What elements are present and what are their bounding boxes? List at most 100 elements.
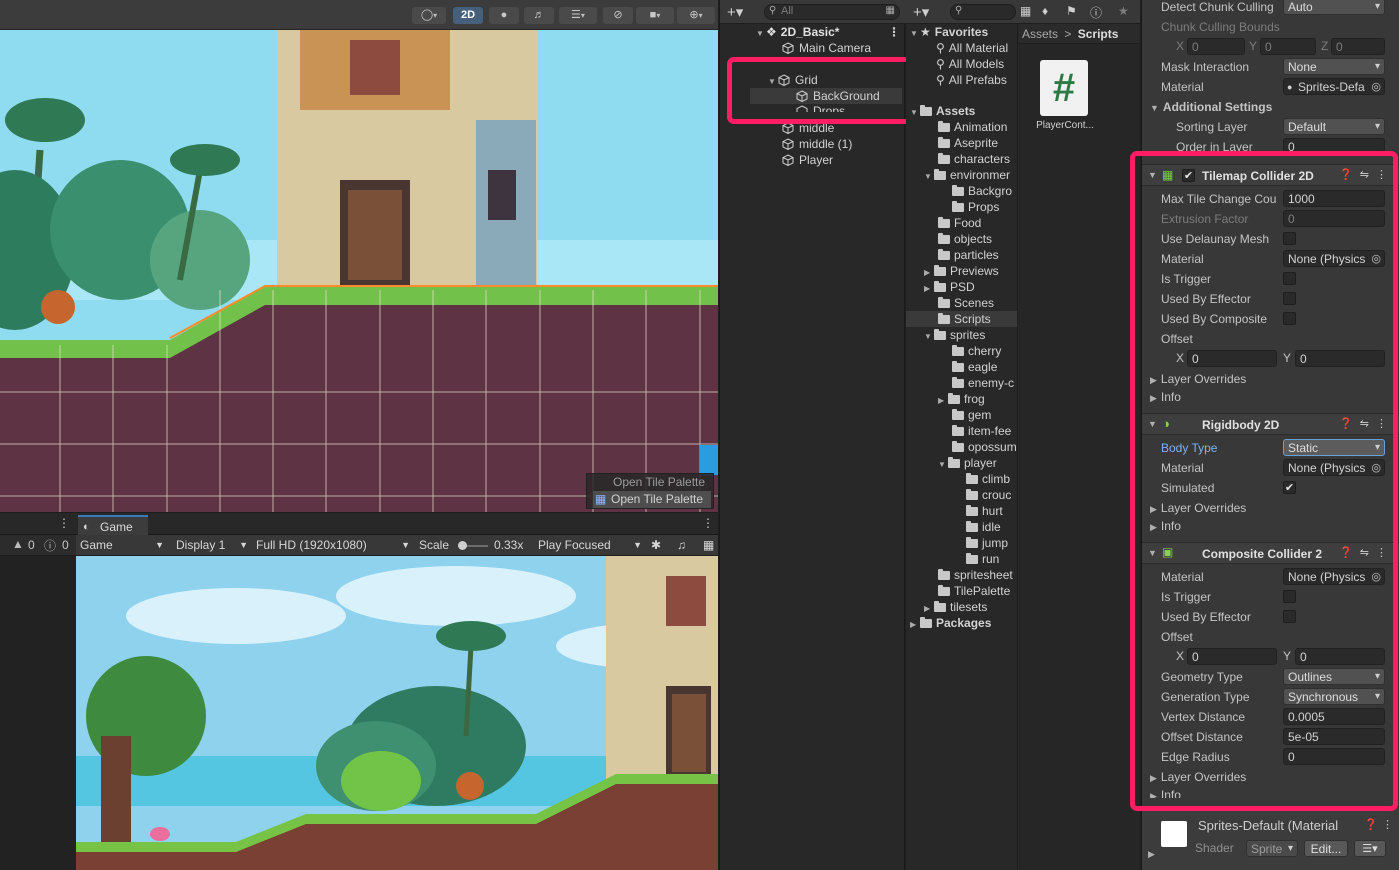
- tab-game[interactable]: ◐ Game: [78, 515, 148, 535]
- hierarchy-item-main-camera[interactable]: Main Camera: [782, 40, 871, 56]
- folder-item[interactable]: ▼ environmer: [924, 167, 1010, 183]
- folder-label: item-fee: [968, 424, 1012, 438]
- create-add-icon[interactable]: +▾: [727, 3, 743, 21]
- search-by-type-icon[interactable]: ▦: [1020, 4, 1031, 18]
- folder-item[interactable]: idle: [966, 519, 1001, 535]
- folder-item[interactable]: climb: [966, 471, 1010, 487]
- folder-item[interactable]: run: [966, 551, 999, 567]
- renderer-material-field[interactable]: ● Sprites-Defa: [1283, 78, 1385, 95]
- edit-shader-button[interactable]: Edit...: [1304, 840, 1348, 857]
- lighting-toggle[interactable]: ●: [489, 7, 519, 24]
- folder-item[interactable]: ▶ Previews: [924, 263, 999, 279]
- packages-root[interactable]: ▶ Packages: [910, 615, 991, 631]
- open-tile-palette-button[interactable]: ▦ Open Tile Palette: [593, 491, 711, 508]
- mute-audio-icon[interactable]: ♫: [677, 537, 686, 554]
- hierarchy-search-input[interactable]: ⚲ All ▦: [764, 4, 900, 20]
- folder-item[interactable]: ▼ player: [938, 455, 997, 471]
- scene-toolbar: ◯▾ 2D ● ♬ ☰▾ ⊘ ■▾ ⊕▾: [0, 0, 718, 30]
- folder-item[interactable]: Animation: [938, 119, 1007, 135]
- audio-toggle[interactable]: ♬: [524, 7, 554, 24]
- tag-icon[interactable]: ⚑: [1066, 4, 1077, 18]
- toggle-2d-button[interactable]: 2D: [453, 7, 483, 24]
- favorite-item[interactable]: ⚲ All Models: [936, 56, 1004, 72]
- chunk-bounds-x-field[interactable]: 0: [1187, 38, 1245, 55]
- bug-icon[interactable]: ✱: [651, 537, 661, 554]
- expand-arrow-icon[interactable]: ▶: [1148, 849, 1155, 860]
- camera-dropdown[interactable]: ■▾: [636, 7, 674, 24]
- folder-item-selected[interactable]: Scripts: [906, 311, 1017, 327]
- favorite-star-icon[interactable]: ★: [1118, 4, 1129, 18]
- scene-view[interactable]: [0, 0, 718, 512]
- folder-label: PSD: [950, 280, 975, 294]
- more-options-icon[interactable]: ⋮: [702, 516, 714, 530]
- folder-item[interactable]: opossum: [952, 439, 1017, 455]
- resolution-select[interactable]: Full HD (1920x1080) ▼: [256, 537, 410, 554]
- folder-item[interactable]: Aseprite: [938, 135, 998, 151]
- favorite-item[interactable]: ⚲ All Material: [936, 40, 1008, 56]
- folder-item[interactable]: eagle: [952, 359, 997, 375]
- play-mode-select[interactable]: Play Focused ▼: [538, 537, 642, 554]
- folder-item[interactable]: jump: [966, 535, 1008, 551]
- folder-item[interactable]: hurt: [966, 503, 1003, 519]
- chunk-bounds-y-field[interactable]: 0: [1260, 38, 1316, 55]
- folder-item[interactable]: ▼ sprites: [924, 327, 985, 343]
- hierarchy-item-middle-1[interactable]: middle (1): [782, 136, 852, 152]
- folder-label: player: [964, 456, 997, 470]
- chunk-bounds-z-field[interactable]: 0: [1331, 38, 1385, 55]
- folder-item[interactable]: Props: [952, 199, 999, 215]
- game-render-view[interactable]: [76, 556, 718, 870]
- folder-item[interactable]: gem: [952, 407, 991, 423]
- expand-arrow-icon[interactable]: ▼: [756, 26, 766, 42]
- folder-item[interactable]: Backgro: [952, 183, 1012, 199]
- shader-label: Shader: [1195, 841, 1234, 855]
- folder-item[interactable]: cherry: [952, 343, 1001, 359]
- create-add-icon[interactable]: +▾: [913, 3, 929, 21]
- project-search-input[interactable]: ⚲: [950, 4, 1016, 20]
- detect-chunk-culling-dropdown[interactable]: Auto: [1283, 0, 1385, 15]
- favorites-header[interactable]: ▼ ★ Favorites: [910, 24, 988, 40]
- csharp-script-icon: #: [1052, 66, 1076, 110]
- sorting-layer-dropdown[interactable]: Default: [1283, 118, 1385, 135]
- folder-item[interactable]: item-fee: [952, 423, 1011, 439]
- folder-item[interactable]: Food: [938, 215, 981, 231]
- folder-item[interactable]: crouc: [966, 487, 1011, 503]
- hierarchy-item-player[interactable]: Player: [782, 152, 833, 168]
- search-by-label-icon[interactable]: ♦: [1042, 4, 1048, 18]
- mask-interaction-dropdown[interactable]: None: [1283, 58, 1385, 75]
- folder-item[interactable]: ▶ PSD: [924, 279, 975, 295]
- folder-item[interactable]: ▶ tilesets: [924, 599, 987, 615]
- search-scope-icon[interactable]: ▦: [886, 5, 895, 16]
- shader-dropdown[interactable]: Sprite: [1246, 840, 1298, 857]
- help-icon[interactable]: ❓: [1364, 818, 1378, 831]
- more-options-icon[interactable]: ⋮: [58, 516, 70, 530]
- scale-slider[interactable]: [458, 537, 488, 554]
- folder-item[interactable]: spritesheet: [938, 567, 1013, 583]
- folder-item[interactable]: characters: [938, 151, 1010, 167]
- favorite-item[interactable]: ⚲ All Prefabs: [936, 72, 1007, 88]
- game-view-select[interactable]: Game ▼: [80, 537, 166, 554]
- folder-item[interactable]: particles: [938, 247, 999, 263]
- stats-icon[interactable]: ▦: [703, 537, 714, 554]
- script-asset-thumbnail[interactable]: #: [1040, 60, 1088, 116]
- scene-name: 2D_Basic*: [780, 25, 840, 39]
- more-options-icon[interactable]: ⋮: [888, 24, 900, 40]
- assets-root[interactable]: ▼ Assets: [910, 103, 975, 119]
- gizmos-dropdown[interactable]: ⊕▾: [677, 7, 715, 24]
- folder-item[interactable]: Scenes: [938, 295, 994, 311]
- display-select[interactable]: Display 1 ▼: [176, 537, 248, 554]
- breadcrumb-root[interactable]: Assets: [1022, 27, 1058, 41]
- order-in-layer-field[interactable]: 0: [1283, 138, 1385, 152]
- more-options-icon[interactable]: ⋮: [1382, 818, 1393, 831]
- folder-item[interactable]: ▶ frog: [938, 391, 985, 407]
- draw-mode-button[interactable]: ◯▾: [412, 7, 446, 24]
- hidden-packages-icon[interactable]: ⓘ: [1090, 4, 1102, 21]
- shader-options-button[interactable]: ☰▾: [1354, 840, 1386, 857]
- effects-dropdown[interactable]: ☰▾: [559, 7, 597, 24]
- additional-settings-foldout[interactable]: ▼ Additional Settings: [1150, 98, 1272, 116]
- breadcrumb-current[interactable]: Scripts: [1078, 27, 1119, 41]
- folder-item[interactable]: TilePalette: [938, 583, 1010, 599]
- hidden-objects-toggle[interactable]: ⊘: [603, 7, 633, 24]
- hierarchy-scene-root[interactable]: ▼ ❖ 2D_Basic* ⋮: [756, 24, 900, 42]
- folder-item[interactable]: enemy-c: [952, 375, 1014, 391]
- folder-item[interactable]: objects: [938, 231, 992, 247]
